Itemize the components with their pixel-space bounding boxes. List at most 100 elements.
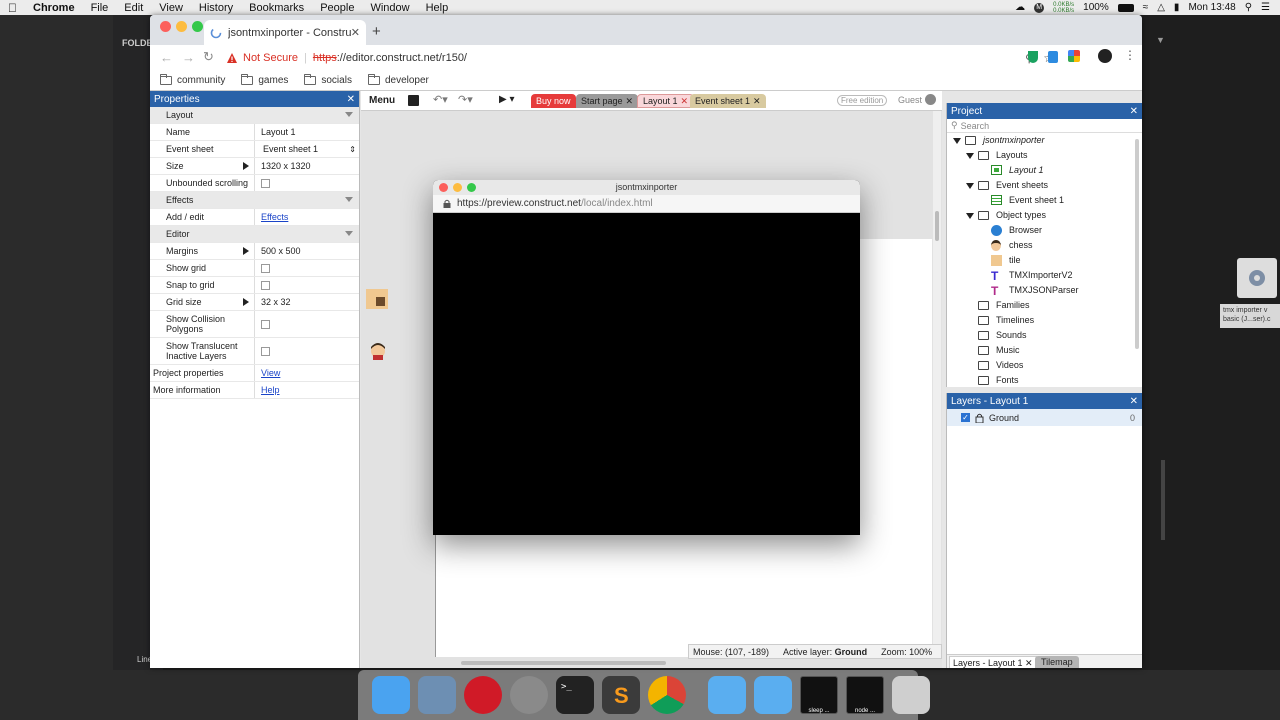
- airplay-icon[interactable]: △: [1157, 2, 1165, 13]
- layer-visible-checkbox[interactable]: ✓: [961, 413, 970, 422]
- close-panel-icon[interactable]: ✕: [347, 94, 355, 105]
- property-row[interactable]: Project properties View: [150, 365, 359, 382]
- desktop-file-label[interactable]: tmx importer v basic (J...ser).c: [1220, 304, 1280, 328]
- collapse-arrow-icon[interactable]: [345, 112, 353, 117]
- property-row[interactable]: Grid size 32 x 32: [150, 294, 359, 311]
- close-panel-icon[interactable]: ✕: [1130, 396, 1138, 407]
- property-row[interactable]: More information Help: [150, 382, 359, 399]
- bookmark-folder[interactable]: games: [241, 74, 288, 86]
- tab-event-sheet-1[interactable]: Event sheet 1 ✕: [690, 94, 766, 108]
- close-window-button[interactable]: [160, 21, 171, 32]
- tree-item[interactable]: T TMXImporterV2: [947, 268, 1142, 283]
- search-input[interactable]: Search: [961, 121, 990, 131]
- preview-play-icon[interactable]: ▶ ▾: [499, 94, 515, 105]
- tab-close-icon[interactable]: ✕: [681, 96, 689, 107]
- property-row[interactable]: Margins 500 x 500: [150, 243, 359, 260]
- property-row[interactable]: Unbounded scrolling: [150, 175, 359, 192]
- property-row[interactable]: Show grid: [150, 260, 359, 277]
- tree-folder[interactable]: Event sheets: [947, 178, 1142, 193]
- adguard-extension-icon[interactable]: [1028, 51, 1038, 63]
- save-icon[interactable]: [408, 95, 419, 106]
- expand-arrow-icon[interactable]: [243, 298, 249, 306]
- tree-item[interactable]: Browser: [947, 223, 1142, 238]
- preview-title-bar[interactable]: jsontmxinporter: [433, 180, 860, 195]
- game-canvas[interactable]: [433, 213, 860, 535]
- maximize-window-button[interactable]: [192, 21, 203, 32]
- status-m-icon[interactable]: M: [1034, 2, 1045, 13]
- sublime-text-icon[interactable]: S: [602, 676, 640, 714]
- expand-arrow-icon[interactable]: [243, 247, 249, 255]
- property-checkbox[interactable]: [261, 280, 270, 290]
- undo-icon[interactable]: ↶▾: [433, 93, 448, 106]
- collapse-arrow-icon[interactable]: [345, 197, 353, 202]
- property-select[interactable]: Event sheet 1: [263, 144, 318, 154]
- free-edition-badge[interactable]: Free edition: [837, 95, 888, 106]
- property-value[interactable]: 500 x 500: [261, 246, 301, 256]
- tab-layers[interactable]: Layers - Layout 1 ✕: [949, 656, 1037, 668]
- project-search[interactable]: ⚲ Search: [947, 119, 1142, 133]
- menu-help[interactable]: Help: [418, 2, 457, 14]
- chess-sprite[interactable]: [369, 341, 387, 361]
- bookmark-folder[interactable]: community: [160, 74, 225, 86]
- tree-folder[interactable]: Families: [947, 298, 1142, 313]
- tree-item[interactable]: tile: [947, 253, 1142, 268]
- expand-arrow-icon[interactable]: [953, 138, 961, 144]
- tree-folder[interactable]: Music: [947, 343, 1142, 358]
- property-checkbox[interactable]: [261, 263, 270, 273]
- vertical-scrollbar[interactable]: [933, 111, 941, 644]
- expand-arrow-icon[interactable]: [966, 213, 974, 219]
- minimize-window-button[interactable]: [176, 21, 187, 32]
- horizontal-scrollbar[interactable]: [461, 661, 666, 665]
- tab-buy-now[interactable]: Buy now: [531, 94, 576, 108]
- tree-item[interactable]: chess: [947, 238, 1142, 253]
- tree-item[interactable]: Layout 1: [947, 163, 1142, 178]
- expand-arrow-icon[interactable]: [243, 162, 249, 170]
- project-scrollbar[interactable]: [1135, 139, 1139, 349]
- close-panel-icon[interactable]: ✕: [1130, 106, 1138, 117]
- property-row[interactable]: Size 1320 x 1320: [150, 158, 359, 175]
- terminal-icon[interactable]: >_: [556, 676, 594, 714]
- property-link[interactable]: Help: [261, 385, 280, 395]
- property-checkbox[interactable]: [261, 346, 270, 356]
- chrome-icon[interactable]: [648, 676, 686, 714]
- back-icon[interactable]: ←: [160, 50, 173, 65]
- menu-window[interactable]: Window: [362, 2, 417, 14]
- menu-edit[interactable]: Edit: [116, 2, 151, 14]
- menu-chrome[interactable]: Chrome: [25, 2, 83, 14]
- control-center-icon[interactable]: ☰: [1261, 2, 1270, 13]
- property-row[interactable]: Snap to grid: [150, 277, 359, 294]
- property-row[interactable]: Name Layout 1: [150, 124, 359, 141]
- user-name[interactable]: Guest: [898, 95, 922, 105]
- trash-icon[interactable]: [892, 676, 930, 714]
- property-value[interactable]: Layout 1: [261, 127, 296, 137]
- system-preferences-icon[interactable]: [510, 676, 548, 714]
- expand-arrow-icon[interactable]: [966, 183, 974, 189]
- tab-close-icon[interactable]: ✕: [351, 26, 360, 39]
- property-row[interactable]: Show Collision Polygons: [150, 311, 359, 338]
- settings-file-icon[interactable]: [1237, 258, 1277, 298]
- reload-icon[interactable]: ↻: [203, 49, 214, 65]
- clock[interactable]: Mon 13:48: [1188, 2, 1235, 13]
- redo-icon[interactable]: ↷▾: [458, 93, 473, 106]
- tree-folder[interactable]: Videos: [947, 358, 1142, 373]
- property-checkbox[interactable]: [261, 319, 270, 329]
- tile-sprite[interactable]: [366, 289, 388, 309]
- bookmark-folder[interactable]: socials: [304, 74, 352, 86]
- bookmark-folder[interactable]: developer: [367, 74, 429, 86]
- downloads-folder-icon[interactable]: [754, 676, 792, 714]
- expand-arrow-icon[interactable]: [966, 153, 974, 159]
- tab-tilemap[interactable]: Tilemap: [1035, 656, 1079, 668]
- browser-tab[interactable]: jsontmxinporter - Construct 3 ✕: [204, 20, 366, 45]
- menu-bookmarks[interactable]: Bookmarks: [241, 2, 312, 14]
- address-bar[interactable]: Not Secure | https ://editor.construct.n…: [224, 47, 1054, 69]
- property-section[interactable]: Effects: [150, 192, 359, 209]
- menu-file[interactable]: File: [83, 2, 117, 14]
- extension-lock-icon[interactable]: [1048, 51, 1058, 63]
- property-row[interactable]: Show Translucent Inactive Layers: [150, 338, 359, 365]
- tab-close-icon[interactable]: ✕: [753, 96, 761, 107]
- new-tab-button[interactable]: +: [372, 23, 381, 40]
- terminal-window-icon[interactable]: node ...: [846, 676, 884, 714]
- property-checkbox[interactable]: [261, 178, 270, 188]
- volume-icon[interactable]: ▮: [1174, 2, 1180, 13]
- property-section[interactable]: Editor: [150, 226, 359, 243]
